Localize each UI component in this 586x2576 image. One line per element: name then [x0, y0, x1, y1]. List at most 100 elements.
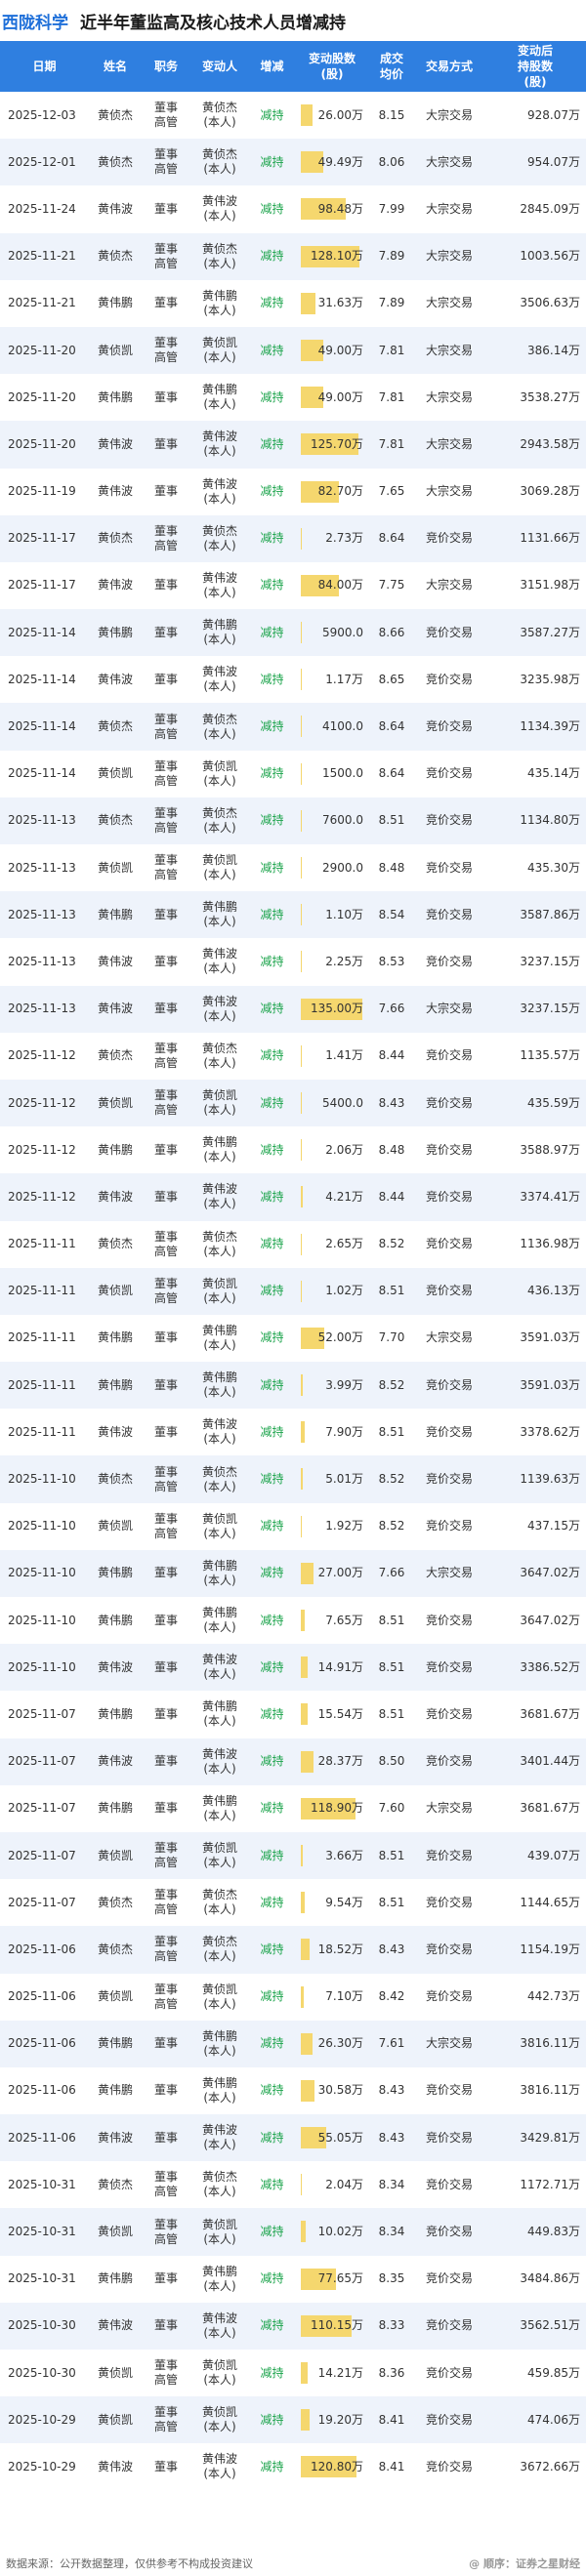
shares-bar [301, 1939, 310, 1961]
shares-value: 2.06万 [325, 1142, 363, 1157]
data-source-note: 数据来源：公开数据整理，仅供参考不构成投资建议 [6, 2556, 253, 2570]
cell-shares: 7.10万 [295, 1973, 369, 2021]
cell-method: 竞价交易 [414, 2255, 484, 2303]
cell-date: 2025-11-13 [0, 797, 89, 844]
cell-shares: 5.01万 [295, 1455, 369, 1503]
cell-changer: 黄伟鹏 (本人) [190, 1691, 249, 1738]
cell-name: 黄侦凯 [89, 1079, 142, 1127]
table-row: 2025-11-10 黄侦杰 董事 高管 黄侦杰 (本人) 减持 5.01万 8.52 竞价交… [0, 1455, 586, 1503]
cell-date: 2025-10-29 [0, 2396, 89, 2444]
shares-bar [301, 669, 302, 691]
cell-position: 董事 [142, 938, 190, 986]
cell-shares: 110.15万 [295, 2302, 369, 2350]
cell-price: 7.89 [369, 279, 414, 327]
cell-position: 董事 高管 [142, 703, 190, 751]
cell-action: 减持 [249, 703, 295, 751]
cell-after: 3401.44万 [484, 1738, 586, 1785]
cell-after: 1172.71万 [484, 2161, 586, 2209]
cell-name: 黄侦杰 [89, 1455, 142, 1503]
cell-after: 1134.39万 [484, 703, 586, 751]
cell-date: 2025-11-12 [0, 1079, 89, 1127]
cell-price: 8.52 [369, 1502, 414, 1550]
cell-name: 黄伟鹏 [89, 1362, 142, 1410]
cell-changer: 黄伟鹏 (本人) [190, 1126, 249, 1174]
cell-position: 董事 高管 [142, 1831, 190, 1880]
cell-method: 竞价交易 [414, 1032, 484, 1080]
cell-after: 3588.97万 [484, 1126, 586, 1174]
cell-method: 竞价交易 [414, 1267, 484, 1315]
cell-date: 2025-11-13 [0, 891, 89, 939]
cell-position: 董事 高管 [142, 514, 190, 562]
cell-changer: 黄侦杰 (本人) [190, 1879, 249, 1927]
cell-after: 442.73万 [484, 1973, 586, 2021]
cell-position: 董事 [142, 2255, 190, 2303]
cell-price: 8.43 [369, 2066, 414, 2115]
cell-name: 黄侦凯 [89, 1502, 142, 1550]
cell-method: 竞价交易 [414, 1502, 484, 1550]
cell-name: 黄侦凯 [89, 326, 142, 375]
cell-shares: 2900.0 [295, 844, 369, 892]
cell-after: 3681.67万 [484, 1691, 586, 1738]
cell-name: 黄侦杰 [89, 232, 142, 280]
table-row: 2025-11-21 黄侦杰 董事 高管 黄侦杰 (本人) 减持 128.10万 7.89 大… [0, 232, 586, 280]
cell-method: 竞价交易 [414, 609, 484, 657]
table-row: 2025-11-10 黄伟波 董事 黄伟波 (本人) 减持 14.91万 8.51 竞价交易 3… [0, 1644, 586, 1692]
cell-method: 大宗交易 [414, 1784, 484, 1832]
cell-changer: 黄侦杰 (本人) [190, 797, 249, 844]
cell-changer: 黄伟鹏 (本人) [190, 1362, 249, 1410]
shares-bar [301, 292, 315, 314]
table-row: 2025-11-13 黄侦杰 董事 高管 黄侦杰 (本人) 减持 7600.0 8.51 竞价… [0, 797, 586, 844]
cell-name: 黄伟波 [89, 185, 142, 233]
shares-value: 19.20万 [317, 2412, 363, 2427]
cell-shares: 14.91万 [295, 1644, 369, 1692]
cell-shares: 49.00万 [295, 326, 369, 375]
cell-method: 竞价交易 [414, 1879, 484, 1927]
cell-price: 8.52 [369, 1220, 414, 1268]
cell-price: 8.64 [369, 703, 414, 751]
cell-price: 8.51 [369, 797, 414, 844]
cell-shares: 19.20万 [295, 2396, 369, 2444]
shares-value: 26.00万 [317, 107, 363, 122]
cell-date: 2025-11-06 [0, 1973, 89, 2021]
cell-price: 8.64 [369, 750, 414, 797]
cell-after: 435.59万 [484, 1079, 586, 1127]
cell-price: 8.66 [369, 609, 414, 657]
shares-value: 1.02万 [325, 1284, 363, 1298]
cell-changer: 黄侦凯 (本人) [190, 844, 249, 892]
cell-changer: 黄侦杰 (本人) [190, 92, 249, 140]
col-shares-header: 变动股数 (股) [295, 41, 369, 92]
cell-shares: 135.00万 [295, 985, 369, 1033]
cell-shares: 9.54万 [295, 1879, 369, 1927]
cell-date: 2025-11-24 [0, 185, 89, 233]
cell-action: 减持 [249, 1267, 295, 1315]
cell-shares: 125.70万 [295, 421, 369, 469]
cell-method: 竞价交易 [414, 2396, 484, 2444]
cell-date: 2025-11-11 [0, 1409, 89, 1456]
cell-shares: 30.58万 [295, 2066, 369, 2115]
cell-action: 减持 [249, 1032, 295, 1080]
shares-value: 1.17万 [325, 672, 363, 686]
cell-after: 1135.57万 [484, 1032, 586, 1080]
table-row: 2025-11-06 黄伟波 董事 黄伟波 (本人) 减持 55.05万 8.43 竞价交易 3… [0, 2114, 586, 2162]
shares-value: 77.65万 [317, 2271, 363, 2286]
cell-action: 减持 [249, 1409, 295, 1456]
table-row: 2025-11-11 黄伟鹏 董事 黄伟鹏 (本人) 减持 52.00万 7.70 大宗交易 3… [0, 1314, 586, 1363]
shares-value: 3.66万 [325, 1848, 363, 1862]
shares-value: 1.41万 [325, 1048, 363, 1063]
shares-value: 1.92万 [325, 1519, 363, 1533]
cell-shares: 5900.0 [295, 609, 369, 657]
cell-position: 董事 高管 [142, 1502, 190, 1550]
cell-price: 8.51 [369, 1644, 414, 1692]
cell-position: 董事 [142, 468, 190, 515]
cell-price: 8.15 [369, 92, 414, 140]
cell-action: 减持 [249, 1455, 295, 1503]
cell-shares: 15.54万 [295, 1691, 369, 1738]
cell-method: 大宗交易 [414, 468, 484, 515]
cell-name: 黄侦凯 [89, 1831, 142, 1880]
cell-method: 竞价交易 [414, 2114, 484, 2162]
cell-changer: 黄侦凯 (本人) [190, 326, 249, 375]
table-row: 2025-10-31 黄侦凯 董事 高管 黄侦凯 (本人) 减持 10.02万 8.34 竞价… [0, 2208, 586, 2256]
shares-bar [301, 1374, 303, 1397]
cell-shares: 3.66万 [295, 1831, 369, 1880]
cell-position: 董事 高管 [142, 1926, 190, 1974]
